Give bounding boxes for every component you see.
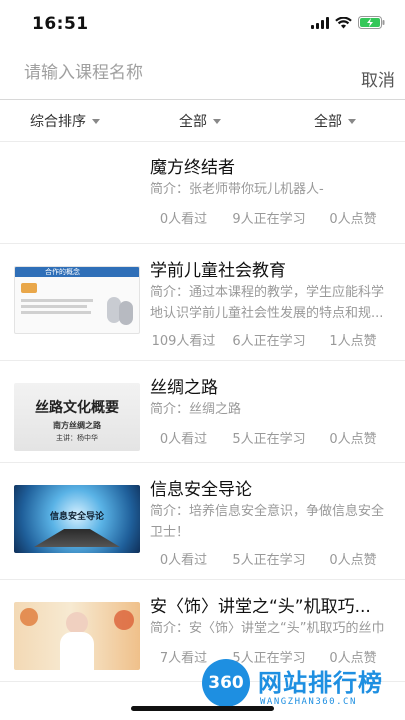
course-item[interactable]: 丝路文化概要 南方丝绸之路 主讲：杨中华 丝绸之路 简介：丝绸之路 0人看过 5… <box>0 361 405 463</box>
course-item[interactable]: 魔方终结者 简介：张老师带你玩儿机器人- 0人看过 9人正在学习 0人点赞 <box>0 143 405 244</box>
status-icons <box>311 16 385 29</box>
course-thumbnail <box>14 602 140 670</box>
course-stats: 109人看过 6人正在学习 1人点赞 <box>150 330 385 349</box>
thumbnail-subtitle: 南方丝绸之路 <box>53 421 101 430</box>
learning-count: 6人正在学习 <box>232 334 306 349</box>
learning-count: 5人正在学习 <box>232 432 306 447</box>
course-thumbnail: 信息安全导论 <box>14 485 140 553</box>
category-filter-label: 全部 <box>179 114 207 130</box>
course-title: 学前儿童社会教育 <box>150 261 286 281</box>
caret-down-icon <box>348 119 356 124</box>
course-title: 安〈饰〉讲堂之“头”机取巧... <box>150 597 371 617</box>
views-count: 0人看过 <box>159 212 208 227</box>
likes-count: 0人点赞 <box>329 553 377 568</box>
course-stats: 0人看过 5人正在学习 0人点赞 <box>150 549 385 568</box>
course-intro: 简介：安〈饰〉讲堂之“头”机取巧的丝巾 <box>150 621 385 636</box>
learning-count: 9人正在学习 <box>232 212 306 227</box>
wifi-icon <box>335 16 352 29</box>
type-filter[interactable]: 全部 <box>314 111 356 131</box>
home-indicator[interactable] <box>131 706 274 711</box>
watermark-title: 网站排行榜 <box>258 669 383 697</box>
course-intro: 简介：张老师带你玩儿机器人- <box>150 182 324 197</box>
cellular-signal-icon <box>311 16 329 29</box>
watermark-subtitle: WANGZHAN360.CN <box>260 697 357 707</box>
status-time: 16:51 <box>32 14 89 34</box>
likes-count: 0人点赞 <box>329 432 377 447</box>
battery-charging-icon <box>358 16 385 29</box>
course-title: 丝绸之路 <box>150 378 218 398</box>
learning-count: 5人正在学习 <box>232 553 306 568</box>
course-item[interactable]: 信息安全导论 信息安全导论 简介：培养信息安全意识，争做信息安全卫士！ 0人看过… <box>0 463 405 580</box>
course-intro: 简介：丝绸之路 <box>150 402 242 417</box>
thumbnail-lecturer: 主讲：杨中华 <box>56 434 98 442</box>
course-intro: 简介：通过本课程的教学，学生应能科学地认识学前儿童社会性发展的特点和规... <box>150 285 385 321</box>
views-count: 0人看过 <box>159 432 208 447</box>
course-thumbnail: 合作的概念 <box>14 266 140 334</box>
search-input[interactable] <box>24 58 324 88</box>
type-filter-label: 全部 <box>314 114 342 130</box>
sort-filter-label: 综合排序 <box>30 114 86 130</box>
course-thumbnail: 丝路文化概要 南方丝绸之路 主讲：杨中华 <box>14 383 140 451</box>
thumbnail-caption: 合作的概念 <box>45 268 80 276</box>
likes-count: 1人点赞 <box>329 334 377 349</box>
filter-bar: 综合排序 全部 全部 <box>0 100 405 142</box>
course-stats: 0人看过 5人正在学习 0人点赞 <box>150 428 385 447</box>
status-bar: 16:51 <box>0 0 405 46</box>
sort-filter[interactable]: 综合排序 <box>30 111 100 131</box>
views-count: 109人看过 <box>151 334 216 349</box>
course-title: 信息安全导论 <box>150 480 252 500</box>
course-intro: 简介：培养信息安全意识，争做信息安全卫士！ <box>150 504 385 540</box>
watermark-logo-icon: 360 <box>202 659 250 707</box>
views-count: 0人看过 <box>159 553 208 568</box>
course-stats: 0人看过 9人正在学习 0人点赞 <box>150 208 385 227</box>
search-bar: 取消 <box>0 46 405 100</box>
likes-count: 0人点赞 <box>329 212 377 227</box>
thumbnail-caption: 丝路文化概要 <box>35 400 119 416</box>
course-item[interactable]: 合作的概念 学前儿童社会教育 简介：通过本课程的教学，学生应能科学地认识学前儿童… <box>0 244 405 361</box>
thumbnail-caption: 信息安全导论 <box>49 512 104 522</box>
course-title: 魔方终结者 <box>150 158 235 178</box>
caret-down-icon <box>92 119 100 124</box>
caret-down-icon <box>213 119 221 124</box>
cancel-button[interactable]: 取消 <box>361 66 395 91</box>
category-filter[interactable]: 全部 <box>179 111 221 131</box>
